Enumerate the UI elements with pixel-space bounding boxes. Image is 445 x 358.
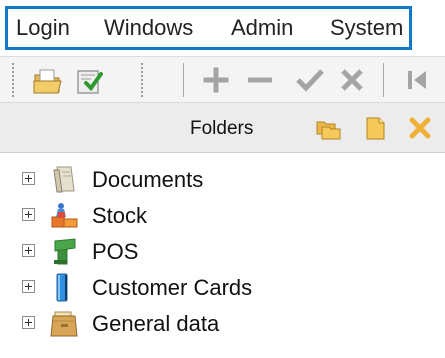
rename-folder-button[interactable] (362, 114, 390, 142)
add-button[interactable] (198, 61, 234, 99)
toolbar (0, 56, 445, 103)
expand-icon[interactable] (22, 280, 35, 293)
toolbar-separator (383, 63, 384, 97)
expand-icon[interactable] (22, 244, 35, 257)
cancel-button[interactable] (334, 61, 370, 99)
pos-icon (54, 238, 76, 265)
tree-item-label: General data (92, 311, 220, 336)
tree-item-stock[interactable]: Stock (0, 198, 445, 232)
toolbar-grip[interactable] (12, 63, 14, 97)
cancel-icon (341, 69, 363, 91)
checked-document-button[interactable] (72, 61, 108, 99)
confirm-icon (296, 69, 324, 92)
menu-highlight-box (5, 6, 412, 50)
open-folder-button[interactable] (30, 61, 66, 99)
expand-icon[interactable] (22, 208, 35, 221)
new-folder-button[interactable] (315, 114, 343, 142)
toolbar-separator (183, 63, 184, 97)
customer-cards-icon (56, 273, 68, 302)
folder-tree: Documents Stock POS Customer Cards Gener… (0, 153, 445, 358)
delete-folder-button[interactable] (406, 114, 434, 142)
expand-icon[interactable] (22, 316, 35, 329)
tree-item-label: POS (92, 239, 139, 264)
rename-folder-icon (366, 117, 385, 140)
folders-header: Folders (0, 103, 445, 153)
confirm-button[interactable] (292, 61, 328, 99)
tree-item-pos[interactable]: POS (0, 234, 445, 268)
first-record-button[interactable] (400, 61, 436, 99)
remove-button[interactable] (242, 61, 278, 99)
open-folder-icon (33, 69, 62, 94)
first-record-icon (408, 71, 426, 89)
tree-item-customer-cards[interactable]: Customer Cards (0, 270, 445, 304)
new-folder-icon (316, 121, 341, 140)
delete-folder-icon (409, 117, 431, 139)
folders-title: Folders (190, 118, 254, 139)
tree-item-label: Customer Cards (92, 275, 253, 300)
toolbar-grip[interactable] (141, 63, 143, 97)
documents-icon (53, 166, 75, 193)
menu-bar: Login Windows Admin System (0, 0, 445, 56)
remove-icon (248, 77, 272, 83)
tree-item-label: Stock (92, 203, 148, 228)
expand-icon[interactable] (22, 172, 35, 185)
add-icon (203, 67, 229, 93)
general-data-icon (50, 311, 78, 337)
tree-item-general-data[interactable]: General data (0, 306, 445, 340)
tree-item-documents[interactable]: Documents (0, 162, 445, 196)
tree-item-label: Documents (92, 167, 204, 192)
stock-icon (51, 203, 78, 228)
checked-document-icon (77, 70, 103, 94)
